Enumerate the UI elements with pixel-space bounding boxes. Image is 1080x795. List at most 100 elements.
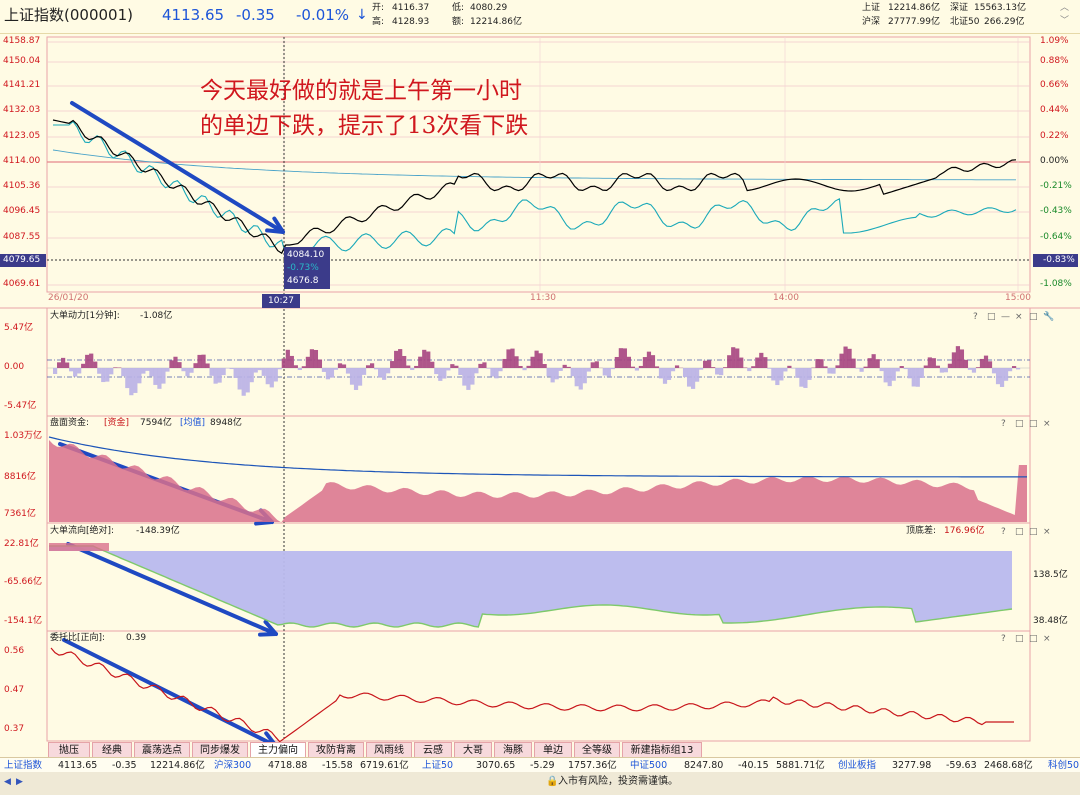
cursor-pct-label: -0.83% xyxy=(1033,254,1078,267)
tooltip-price: 4084.10 xyxy=(287,250,325,260)
quote-change: -5.29 xyxy=(530,760,555,771)
popout-icon[interactable]: □ xyxy=(1029,635,1038,644)
minimize-icon[interactable]: — xyxy=(1001,313,1010,322)
price-line xyxy=(52,119,1017,255)
y-axis-pct-label: 0.88% xyxy=(1040,56,1069,66)
y-axis-label: 4141.21 xyxy=(3,80,41,90)
flow-right-label-1: 138.5亿 xyxy=(1033,570,1068,580)
quote-index-name[interactable]: 科创50 xyxy=(1048,761,1079,771)
quote-index-name[interactable]: 上证指数 xyxy=(4,761,42,771)
sub-axis-label: 0.56 xyxy=(4,646,25,656)
popout-icon[interactable]: □ xyxy=(1029,420,1038,429)
status-bar: ◀ ▶ 🔒 入市有风险，投资需谨慎。 xyxy=(0,772,1080,795)
y-axis-pct-label: -0.64% xyxy=(1040,232,1072,242)
settings-icon[interactable]: 🔧 xyxy=(1043,313,1054,322)
capital-avg-line xyxy=(48,436,1027,478)
help-icon[interactable]: ? xyxy=(1001,635,1006,644)
help-icon[interactable]: ? xyxy=(1001,528,1006,537)
indicator-tab[interactable]: 云感 xyxy=(414,742,452,757)
quote-change: -59.63 xyxy=(946,760,977,771)
y-axis-pct-label: 0.22% xyxy=(1040,131,1069,141)
close-icon[interactable]: × xyxy=(1043,528,1051,537)
sub-axis-label: -154.1亿 xyxy=(4,616,43,626)
y-axis-label: 4150.04 xyxy=(3,56,41,66)
flow-area xyxy=(49,546,1012,627)
indicator-tab[interactable]: 攻防背离 xyxy=(308,742,364,757)
indicator-tab[interactable]: 海豚 xyxy=(494,742,532,757)
quote-amount: 5881.71亿 xyxy=(776,760,825,771)
panel1-title: 大单动力[1分钟]: xyxy=(50,311,120,321)
y-axis-label: 4069.61 xyxy=(3,279,41,289)
flow-right-label-2: 38.48亿 xyxy=(1033,616,1068,626)
quote-price: 8247.80 xyxy=(684,760,724,771)
y-axis-label: 4123.05 xyxy=(3,131,41,141)
quote-amount: 12214.86亿 xyxy=(150,760,205,771)
y-axis-pct-label: 0.00% xyxy=(1040,156,1069,166)
indicator-tab[interactable]: 新建指标组13 xyxy=(622,742,702,757)
popout-icon[interactable]: □ xyxy=(1029,313,1038,322)
sub-axis-label: 8816亿 xyxy=(4,472,36,482)
nav-left-icon[interactable]: ◀ xyxy=(4,778,11,787)
quote-price: 4718.88 xyxy=(268,760,308,771)
y-axis-label: 4105.36 xyxy=(3,181,41,191)
popout-icon[interactable]: □ xyxy=(1029,528,1038,537)
help-icon[interactable]: ? xyxy=(1001,420,1006,429)
tooltip-pct: -0.73% xyxy=(287,263,319,273)
intraday-chart[interactable] xyxy=(0,0,1080,795)
sub-axis-label: 5.47亿 xyxy=(4,323,34,333)
restore-icon[interactable]: □ xyxy=(987,313,996,322)
annotation-line-1: 今天最好做的就是上午第一小时 xyxy=(200,78,522,104)
quote-price: 4113.65 xyxy=(58,760,98,771)
quote-price: 3277.98 xyxy=(892,760,932,771)
indicator-tab[interactable]: 大哥 xyxy=(454,742,492,757)
cursor-tooltip: 4084.10 -0.73% 4676.8 xyxy=(284,247,330,289)
panel2-tag-avg: [均值] xyxy=(180,418,206,428)
panel3-diff-label: 顶底差: xyxy=(906,526,937,536)
panel3-value: -148.39亿 xyxy=(136,526,180,536)
lock-icon: 🔒 xyxy=(546,776,559,787)
panel1-value: -1.08亿 xyxy=(140,311,173,321)
nav-right-icon[interactable]: ▶ xyxy=(16,778,23,787)
indicator-tab[interactable]: 同步爆发 xyxy=(192,742,248,757)
quote-amount: 1757.36亿 xyxy=(568,760,617,771)
close-icon[interactable]: × xyxy=(1043,420,1051,429)
indicator-tab[interactable]: 震荡选点 xyxy=(134,742,190,757)
quote-index-name[interactable]: 上证50 xyxy=(422,761,453,771)
y-axis-label: 4114.00 xyxy=(3,156,41,166)
indicator-tab[interactable]: 全等级 xyxy=(574,742,620,757)
sub-axis-label: 1.03万亿 xyxy=(4,431,43,441)
order-ratio-panel[interactable] xyxy=(46,630,1031,742)
x-axis-label: 15:00 xyxy=(1005,293,1031,303)
capital-area xyxy=(49,440,1027,523)
annotation-line-2: 的单边下跌，提示了13次看下跌 xyxy=(200,113,529,139)
y-axis-label: 4096.45 xyxy=(3,206,41,216)
y-axis-label: 4087.55 xyxy=(3,232,41,242)
quote-index-name[interactable]: 创业板指 xyxy=(838,761,876,771)
restore-icon[interactable]: □ xyxy=(1015,528,1024,537)
y-axis-pct-label: -0.21% xyxy=(1040,181,1072,191)
indicator-tab[interactable]: 经典 xyxy=(92,742,132,757)
equal-weight-line xyxy=(53,120,1017,256)
help-icon[interactable]: ? xyxy=(973,313,978,322)
panel4-value: 0.39 xyxy=(126,633,147,643)
indicator-tab[interactable]: 抛压 xyxy=(48,742,90,757)
sub-axis-label: 7361亿 xyxy=(4,509,36,519)
quote-index-name[interactable]: 中证500 xyxy=(630,761,667,771)
close-icon[interactable]: × xyxy=(1043,635,1051,644)
sub-axis-label: -65.66亿 xyxy=(4,577,43,587)
indicator-tab[interactable]: 主力偏向 xyxy=(250,742,306,757)
cursor-price-label: 4079.65 xyxy=(0,254,46,267)
close-icon[interactable]: × xyxy=(1015,313,1023,322)
quote-change: -40.15 xyxy=(738,760,769,771)
order-ratio-line xyxy=(50,647,1014,743)
indicator-tab[interactable]: 单边 xyxy=(534,742,572,757)
quote-index-name[interactable]: 沪深300 xyxy=(214,761,251,771)
restore-icon[interactable]: □ xyxy=(1015,635,1024,644)
trend-arrow-ratio xyxy=(62,638,278,748)
main-panel[interactable] xyxy=(46,36,1031,293)
restore-icon[interactable]: □ xyxy=(1015,420,1024,429)
quote-amount: 2468.68亿 xyxy=(984,760,1033,771)
sub-axis-label: -5.47亿 xyxy=(4,401,37,411)
indicator-tab[interactable]: 风雨线 xyxy=(366,742,412,757)
panel2-fund-value: 7594亿 xyxy=(140,418,172,428)
